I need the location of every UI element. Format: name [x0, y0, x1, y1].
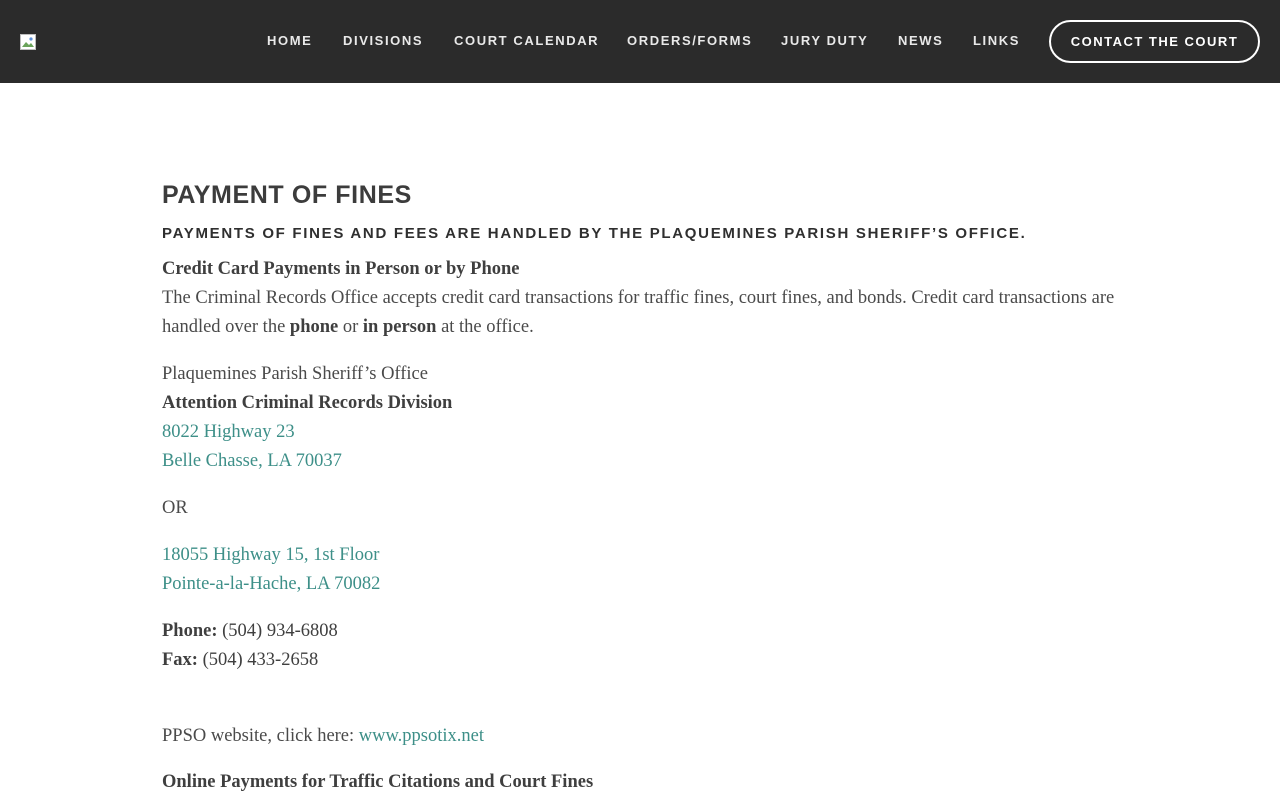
online-payments-heading: Online Payments for Traffic Citations an… [162, 772, 594, 792]
attention-line: Attention Criminal Records Division [162, 393, 453, 413]
nav-court-calendar[interactable]: COURT CALENDAR [454, 33, 599, 49]
page-title: PAYMENT OF FINES [162, 181, 412, 209]
nav-orders-forms[interactable]: ORDERS/FORMS [627, 33, 752, 49]
website-line: PPSO website, click here: www.ppsotix.ne… [162, 726, 485, 746]
main-content: PAYMENT OF FINES PAYMENTS OF FINES AND F… [162, 178, 1122, 797]
address2-block: 18055 Highway 15, 1st Floor Pointe-a-la-… [162, 541, 1122, 599]
credit-card-heading: Credit Card Payments in Person or by Pho… [162, 259, 520, 279]
nav-news[interactable]: NEWS [898, 33, 943, 49]
credit-card-text: The Criminal Records Office accepts cred… [162, 288, 1115, 337]
or-text: OR [162, 498, 188, 518]
address2-line2-link[interactable]: Pointe-a-la-Hache, LA 70082 [162, 570, 1122, 599]
office-name: Plaquemines Parish Sheriff’s Office [162, 364, 428, 384]
ppso-website-link[interactable]: www.ppsotix.net [359, 726, 484, 746]
site-header: HOME DIVISIONS COURT CALENDAR ORDERS/FOR… [0, 0, 1280, 83]
contact-numbers: Phone: (504) 934-6808 Fax: (504) 433-265… [162, 617, 1122, 675]
fax-line: Fax: (504) 433-2658 [162, 650, 319, 670]
page-subtitle: PAYMENTS OF FINES AND FEES ARE HANDLED B… [162, 225, 1027, 242]
credit-card-section: Credit Card Payments in Person or by Pho… [162, 255, 1122, 342]
contact-the-court-button[interactable]: CONTACT THE COURT [1049, 20, 1260, 63]
address-block: Plaquemines Parish Sheriff’s Office Atte… [162, 360, 1122, 476]
address1-line2-link[interactable]: Belle Chasse, LA 70037 [162, 447, 1122, 476]
phone-emphasis: phone [289, 317, 339, 337]
in-person-emphasis: in person [362, 317, 437, 337]
address2-line1-link[interactable]: 18055 Highway 15, 1st Floor [162, 541, 1122, 570]
nav-divisions[interactable]: DIVISIONS [343, 33, 423, 49]
phone-line: Phone: (504) 934-6808 [162, 621, 338, 641]
address1-line1-link[interactable]: 8022 Highway 23 [162, 418, 1122, 447]
nav-jury-duty[interactable]: JURY DUTY [781, 33, 868, 49]
nav-links[interactable]: LINKS [973, 33, 1020, 49]
nav-home[interactable]: HOME [267, 33, 312, 49]
